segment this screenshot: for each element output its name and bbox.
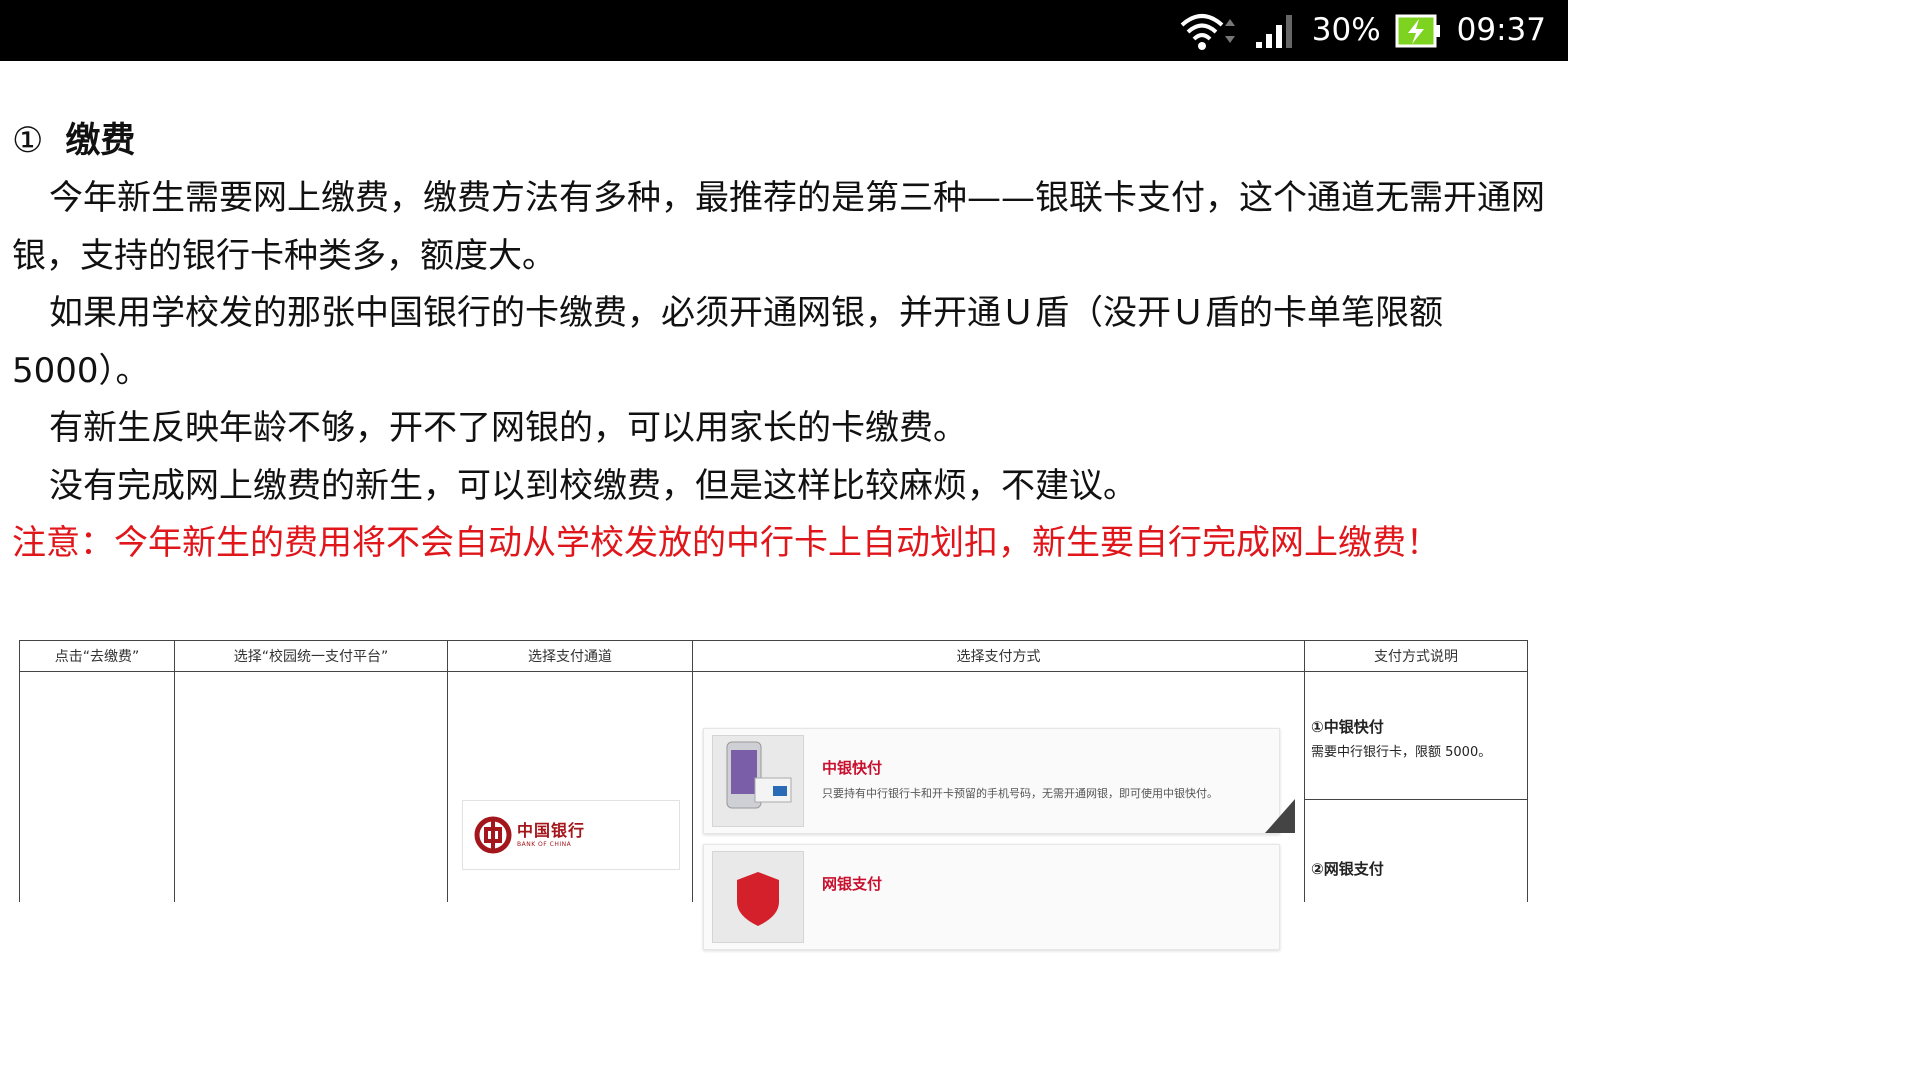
step-channel-cell: 中国银行 BANK OF CHINA <box>447 671 693 902</box>
notice-text: 注意：今年新生的费用将不会自动从学校发放的中行卡上自动划扣，新生要自行完成网上缴… <box>12 523 1440 563</box>
battery-percent: 30% <box>1311 12 1381 48</box>
paragraph: 今年新生需要网上缴费，缴费方法有多种，最推荐的是第三种——银联卡支付，这个通道无… <box>12 178 1545 276</box>
column-header: 选择“校园统一支付平台” <box>174 640 448 672</box>
column-header: 支付方式说明 <box>1304 640 1528 672</box>
table-row: 中国银行 BANK OF CHINA 中银快付 只要持有中行银行卡和开卡预留的手… <box>19 671 1528 950</box>
bank-logo-english: BANK OF CHINA <box>517 841 572 848</box>
phone-pay-image <box>712 735 804 827</box>
signal-icon <box>1255 14 1292 48</box>
column-header: 选择支付方式 <box>692 640 1305 672</box>
bank-logo-name: 中国银行 <box>517 821 586 840</box>
pay-note-desc: 需要中行银行卡，限额 5000。 <box>1311 745 1492 760</box>
pay-note-title: ②网银支付 <box>1311 860 1384 878</box>
netbank-pay-image <box>712 851 804 943</box>
pay-option-desc: 只要持有中行银行卡和开卡预留的手机号码，无需开通网银，即可使用中银快付。 <box>822 787 1218 800</box>
paragraph: 如果用学校发的那张中国银行的卡缴费，必须开通网银，并开通Ｕ盾（没开Ｕ盾的卡单笔限… <box>12 293 1443 391</box>
battery-charging-icon <box>1395 14 1440 47</box>
step-note-cell: ①中银快付 需要中行银行卡，限额 5000。 ②网银支付 <box>1304 671 1528 902</box>
pay-option-title: 中银快付 <box>822 759 883 777</box>
pay-option-card: 网银支付 <box>703 844 1280 950</box>
bank-of-china-logo: 中国银行 BANK OF CHINA <box>462 800 680 870</box>
column-header: 点击“去缴费” <box>19 640 175 672</box>
pay-note-title: ①中银快付 <box>1311 718 1384 736</box>
table-header-row: 点击“去缴费” 选择“校园统一支付平台” 选择支付通道 选择支付方式 支付方式说… <box>19 640 1528 672</box>
heading-title: 缴费 <box>65 121 136 161</box>
status-bar: 30% 09:37 <box>0 0 1568 61</box>
clock: 09:37 <box>1456 12 1546 48</box>
section-heading: ① 缴费 <box>12 112 1557 170</box>
article: ① 缴费 今年新生需要网上缴费，缴费方法有多种，最推荐的是第三种——银联卡支付，这… <box>12 112 1557 573</box>
pay-note: ②网银支付 <box>1311 858 1384 879</box>
step-method-cell: 中银快付 只要持有中行银行卡和开卡预留的手机号码，无需开通网银，即可使用中银快付… <box>692 671 1305 950</box>
paragraph: 没有完成网上缴费的新生，可以到校缴费，但是这样比较麻烦，不建议。 <box>49 465 1137 506</box>
divider <box>1305 799 1527 800</box>
boc-emblem-icon <box>474 816 512 854</box>
payment-flow-table: 点击“去缴费” 选择“校园统一支付平台” 选择支付通道 选择支付方式 支付方式说… <box>19 640 1528 950</box>
ribbon-decoration <box>1265 799 1295 833</box>
heading-number: ① <box>12 121 44 161</box>
wifi-icon <box>1180 13 1235 50</box>
step-platform-cell <box>174 671 448 902</box>
pay-option-card: 中银快付 只要持有中行银行卡和开卡预留的手机号码，无需开通网银，即可使用中银快付… <box>703 728 1295 834</box>
pay-note: ①中银快付 需要中行银行卡，限额 5000。 <box>1311 716 1491 760</box>
pay-option-title: 网银支付 <box>822 875 883 893</box>
column-header: 选择支付通道 <box>447 640 693 672</box>
step-click-pay-cell <box>19 671 175 902</box>
status-icons: 30% 09:37 <box>1178 0 1546 61</box>
paragraph: 有新生反映年龄不够，开不了网银的，可以用家长的卡缴费。 <box>49 408 967 448</box>
